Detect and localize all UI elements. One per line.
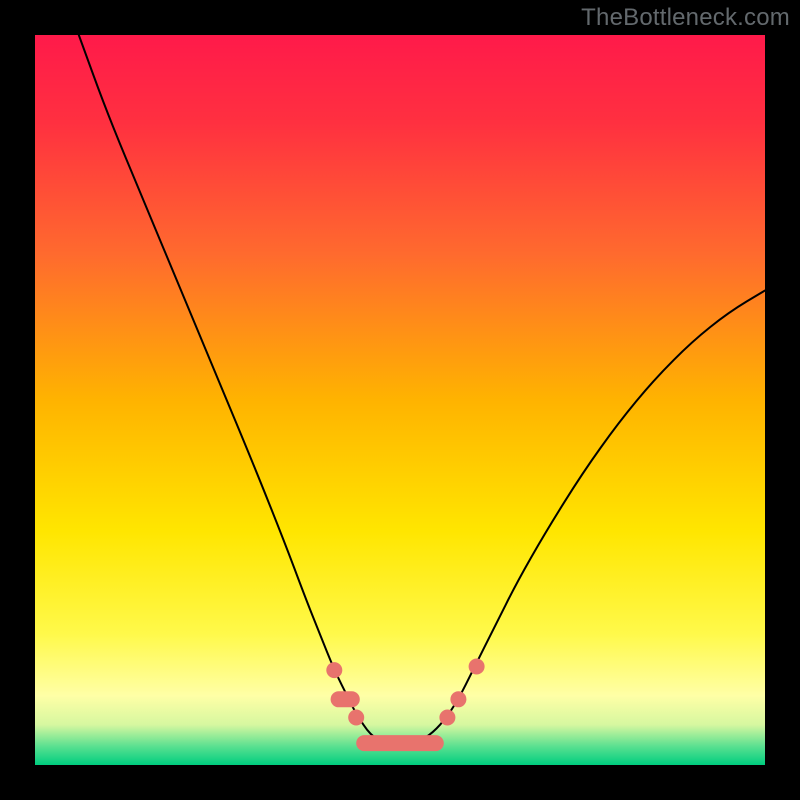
curve-marker [450,691,466,707]
plot-svg [35,35,765,765]
curve-marker [331,691,360,707]
plot-area [35,35,765,765]
curve-marker [469,659,485,675]
curve-marker [348,710,364,726]
watermark-text: TheBottleneck.com [581,4,790,32]
gradient-bg [35,35,765,765]
chart-frame: TheBottleneck.com [0,0,800,800]
curve-marker [326,662,342,678]
curve-marker [439,710,455,726]
curve-marker [356,735,444,751]
